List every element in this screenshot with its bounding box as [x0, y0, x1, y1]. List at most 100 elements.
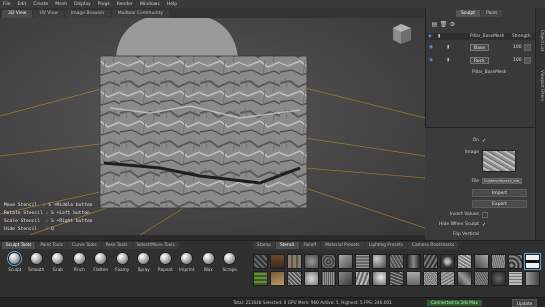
- menu-file[interactable]: File: [3, 2, 11, 7]
- layer-name-rock[interactable]: Rock: [470, 57, 489, 64]
- strength-stepper[interactable]: [524, 57, 531, 64]
- tool-repeat[interactable]: Repeat: [155, 252, 177, 272]
- stencil-swatch[interactable]: [491, 254, 506, 269]
- strength-stepper[interactable]: [524, 44, 531, 51]
- stencil-swatch[interactable]: [440, 254, 455, 269]
- tool-smooth[interactable]: Smooth: [26, 252, 48, 272]
- tab-object-list[interactable]: Object List: [537, 30, 545, 51]
- eye-icon[interactable]: ◉: [429, 55, 433, 66]
- eye-icon[interactable]: ◉: [429, 42, 433, 53]
- layer-strength-base[interactable]: 100: [513, 42, 522, 53]
- lock-icon[interactable]: ▮: [447, 42, 449, 53]
- export-button[interactable]: Export: [472, 200, 527, 208]
- tool-grab[interactable]: Grab: [47, 252, 69, 272]
- stencil-swatch[interactable]: [524, 253, 541, 270]
- stencil-swatch[interactable]: [423, 254, 438, 269]
- tab-curve-tools[interactable]: Curve Tools: [67, 242, 101, 249]
- stencil-swatch[interactable]: [321, 254, 336, 269]
- tool-shelf: Sculpt Tools Paint Tools Curve Tools Pose T…: [0, 240, 545, 297]
- new-layer-icon[interactable]: ▤: [430, 21, 439, 29]
- layer-row-base[interactable]: ◉ ▮ Base 100: [426, 42, 536, 53]
- tab-paint[interactable]: Paint: [481, 10, 503, 17]
- tool-spray[interactable]: Spray: [133, 252, 155, 272]
- tool-foamy[interactable]: Foamy: [112, 252, 134, 272]
- stencil-swatch[interactable]: [508, 254, 523, 269]
- stencil-swatch[interactable]: [457, 271, 472, 286]
- hide-when-sculpt-checkbox[interactable]: ✓: [482, 222, 488, 228]
- stencil-swatch[interactable]: [253, 254, 268, 269]
- stencil-image-thumbnail[interactable]: [482, 150, 516, 172]
- stencil-swatch[interactable]: [304, 271, 319, 286]
- tab-camera-bookmarks[interactable]: Camera Bookmarks: [408, 242, 459, 249]
- tab-image-browser[interactable]: Image Browser: [64, 10, 111, 18]
- stencil-swatch[interactable]: [525, 271, 540, 286]
- tool-imprint[interactable]: Imprint: [176, 252, 198, 272]
- stencil-swatch[interactable]: [355, 254, 370, 269]
- tab-stamp[interactable]: Stamp: [253, 242, 275, 249]
- menu-render[interactable]: Render: [117, 2, 133, 7]
- stencil-swatch[interactable]: [372, 271, 387, 286]
- stencil-swatch[interactable]: [457, 254, 472, 269]
- 3d-viewport[interactable]: Move Stencil : S +Middle button Rotate S…: [0, 18, 425, 235]
- stencil-swatch[interactable]: [270, 254, 285, 269]
- stencil-swatch[interactable]: [304, 254, 319, 269]
- stencil-swatch[interactable]: [406, 271, 421, 286]
- menu-mesh[interactable]: Mesh: [55, 2, 67, 7]
- tab-sculpt[interactable]: Sculpt: [456, 10, 481, 17]
- stencil-swatch[interactable]: [474, 271, 489, 286]
- stencil-swatch[interactable]: [389, 254, 404, 269]
- menu-edit[interactable]: Edit: [18, 2, 27, 7]
- update-button[interactable]: Update: [512, 299, 538, 307]
- menu-create[interactable]: Create: [33, 2, 48, 7]
- stencil-swatch[interactable]: [321, 271, 336, 286]
- delete-layer-icon[interactable]: 🗑: [439, 21, 448, 29]
- tool-flatten[interactable]: Flatten: [90, 252, 112, 272]
- tab-sculpt-tools[interactable]: Sculpt Tools: [2, 242, 36, 249]
- menu-help[interactable]: Help: [167, 2, 177, 7]
- stencil-swatch[interactable]: [389, 271, 404, 286]
- stencil-swatch[interactable]: [491, 271, 506, 286]
- tab-select-move-tools[interactable]: Select/Move Tools: [132, 242, 179, 249]
- stencil-swatch[interactable]: [253, 271, 268, 286]
- tab-mudbox-community[interactable]: Mudbox Community: [111, 10, 169, 18]
- stencil-swatch[interactable]: [474, 254, 489, 269]
- menu-display[interactable]: Display: [74, 2, 91, 7]
- on-checkbox[interactable]: ✓: [482, 138, 488, 144]
- tab-lighting-presets[interactable]: Lighting Presets: [364, 242, 408, 249]
- tab-3d-view[interactable]: 3D View: [2, 10, 33, 18]
- layer-row-rock[interactable]: ◉ ▮ Rock 100: [426, 55, 536, 66]
- tab-material-presets[interactable]: Material Presets: [321, 242, 364, 249]
- tool-scrape[interactable]: Scrape: [219, 252, 241, 272]
- layer-name-base[interactable]: Base: [470, 44, 489, 51]
- tab-uv-view[interactable]: UV View: [33, 10, 64, 18]
- tool-sculpt[interactable]: Sculpt: [4, 252, 26, 272]
- tab-viewport-filters[interactable]: Viewport Filters: [537, 70, 545, 101]
- stencil-swatch[interactable]: [406, 254, 421, 269]
- stencil-swatch[interactable]: [440, 271, 455, 286]
- tab-paint-tools[interactable]: Paint Tools: [36, 242, 67, 249]
- tool-pinch[interactable]: Pinch: [69, 252, 91, 272]
- layer-strength-rock[interactable]: 100: [513, 55, 522, 66]
- tab-falloff[interactable]: Falloff: [299, 242, 321, 249]
- import-button[interactable]: Import: [472, 189, 527, 197]
- stencil-swatch[interactable]: [338, 271, 353, 286]
- stencil-swatch[interactable]: [338, 254, 353, 269]
- stencil-swatch[interactable]: [287, 254, 302, 269]
- stencil-swatch[interactable]: [423, 271, 438, 286]
- invert-values-checkbox[interactable]: [482, 212, 488, 218]
- file-path-field[interactable]: D:\stencils\rock_tile_006.tif: [482, 178, 522, 184]
- stencil-swatch[interactable]: [270, 271, 285, 286]
- stencil-swatch[interactable]: [508, 271, 523, 286]
- layer-options-icon[interactable]: ⚙: [448, 21, 457, 29]
- sculpt-tools-tray: Sculpt Smooth Grab Pinch Flatten Foamy Spray Re…: [4, 252, 241, 272]
- menu-windows[interactable]: Windows: [140, 2, 160, 7]
- lock-icon[interactable]: ▮: [447, 55, 449, 66]
- tab-pose-tools[interactable]: Pose Tools: [101, 242, 132, 249]
- imprint-tool-icon: [180, 252, 194, 265]
- stencil-swatch[interactable]: [287, 271, 302, 286]
- tool-wax[interactable]: Wax: [198, 252, 220, 272]
- tab-stencil[interactable]: Stencil: [275, 242, 299, 249]
- stencil-swatch[interactable]: [355, 271, 370, 286]
- stencil-swatch[interactable]: [372, 254, 387, 269]
- menu-plugs[interactable]: Plugs: [98, 2, 110, 7]
